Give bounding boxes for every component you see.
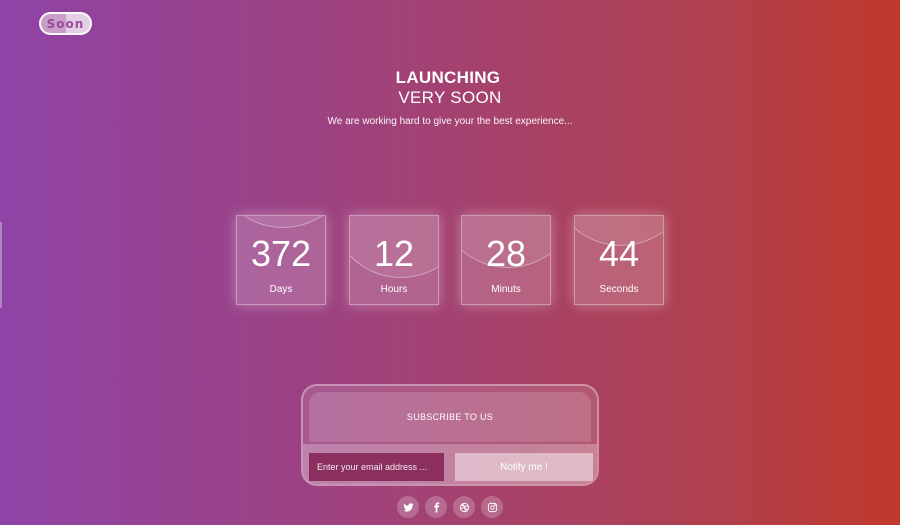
social-links (0, 496, 900, 518)
email-input[interactable] (309, 453, 444, 481)
subscribe-heading: SUBSCRIBE TO US (309, 392, 591, 442)
subscribe-card: SUBSCRIBE TO US Notify me ! (301, 384, 599, 486)
dribbble-icon[interactable] (453, 496, 475, 518)
side-edge-tab[interactable] (0, 222, 2, 308)
notify-button[interactable]: Notify me ! (455, 453, 593, 481)
countdown-seconds-label: Seconds (599, 284, 639, 295)
logo-text: Soon (46, 16, 85, 31)
tagline: We are working hard to give your the bes… (327, 116, 573, 127)
title-line-2: VERY SOON (398, 88, 502, 107)
hero: LAUNCHING VERY SOON We are working hard … (0, 68, 900, 127)
title-line-1: LAUNCHING (395, 68, 501, 87)
countdown-days-label: Days (269, 284, 293, 295)
countdown: 372 Days 12 Hours 28 Minuts 44 Seconds (236, 215, 666, 307)
countdown-minutes: 28 Minuts (461, 215, 551, 305)
facebook-icon[interactable] (425, 496, 447, 518)
countdown-days-value: 372 (250, 233, 312, 274)
countdown-hours-value: 12 (373, 233, 415, 274)
countdown-seconds-value: 44 (598, 233, 640, 274)
instagram-icon[interactable] (481, 496, 503, 518)
logo[interactable]: Soon (39, 12, 92, 35)
glass-arc (237, 216, 325, 228)
countdown-hours-label: Hours (380, 284, 408, 295)
countdown-seconds: 44 Seconds (574, 215, 664, 305)
twitter-icon[interactable] (397, 496, 419, 518)
countdown-minutes-label: Minuts (491, 284, 521, 295)
countdown-minutes-value: 28 (485, 233, 527, 274)
countdown-days: 372 Days (236, 215, 326, 305)
countdown-hours: 12 Hours (349, 215, 439, 305)
